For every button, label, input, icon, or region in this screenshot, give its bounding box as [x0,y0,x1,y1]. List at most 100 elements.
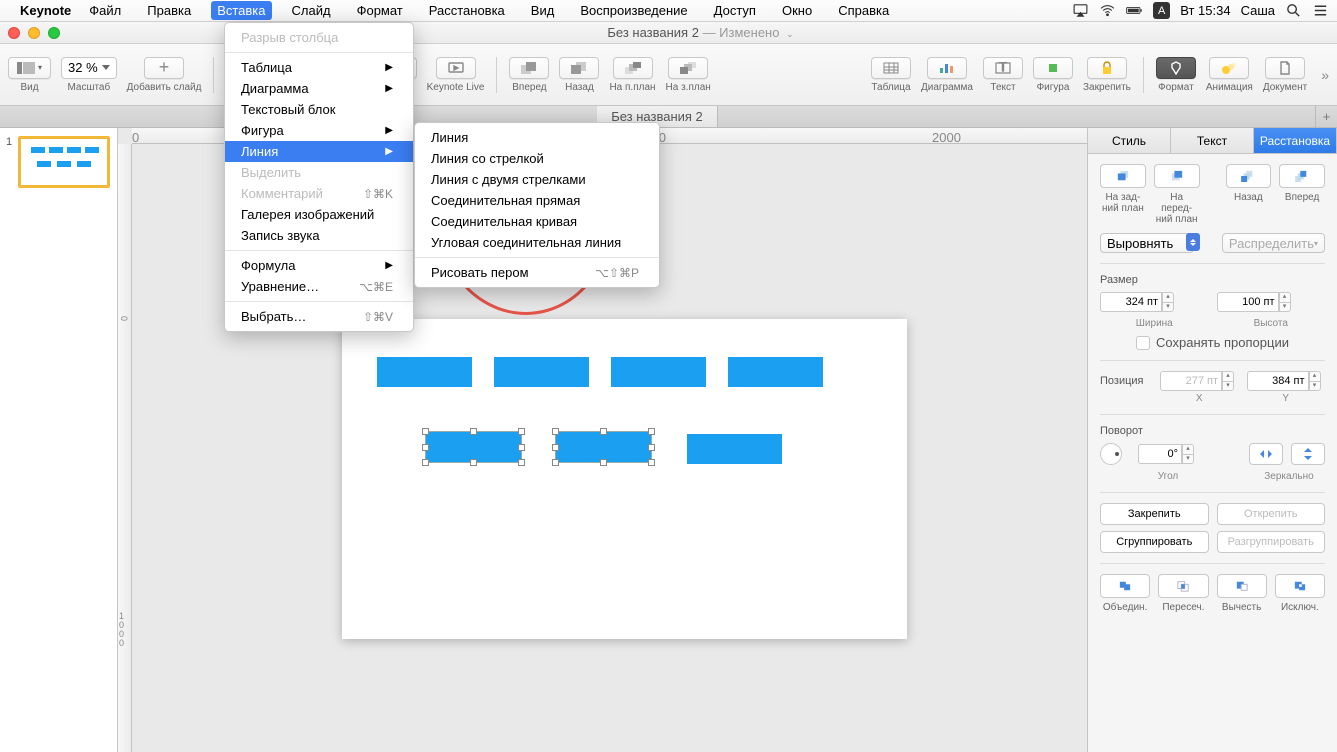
angle-stepper[interactable]: ▴▾ [1182,444,1194,464]
ungroup-button[interactable]: Разгруппировать [1217,531,1326,553]
height-input[interactable] [1217,292,1279,312]
shape-rect[interactable] [687,434,782,464]
table-button[interactable] [871,57,911,79]
lock-button[interactable] [1087,57,1127,79]
view-button[interactable]: ▾ [8,57,51,79]
inspector-tab-arrange[interactable]: Расстановка [1254,128,1337,153]
flip-h-button[interactable] [1249,443,1283,465]
menu-insert[interactable]: Вставка [211,1,271,20]
lock-button-insp[interactable]: Закрепить [1100,503,1209,525]
submenu-conn-angle[interactable]: Угловая соединительная линия [415,232,659,253]
menu-item-table[interactable]: Таблица▶ [225,57,413,78]
clock[interactable]: Вт 15:34 [1180,3,1230,18]
zoom-button[interactable] [48,27,60,39]
menu-window[interactable]: Окно [776,1,818,20]
x-stepper[interactable]: ▴▾ [1222,371,1234,391]
align-select[interactable]: Выровнять [1100,233,1194,253]
animation-button[interactable] [1209,57,1249,79]
menu-item-shape[interactable]: Фигура▶ [225,120,413,141]
y-input[interactable] [1247,371,1309,391]
to-front-button[interactable] [613,57,653,79]
width-stepper[interactable]: ▴▾ [1162,292,1174,312]
menu-item-textblock[interactable]: Текстовый блок [225,99,413,120]
send-backward-button[interactable] [1226,164,1272,188]
menu-item-formula[interactable]: Формула▶ [225,255,413,276]
menu-item-chart[interactable]: Диаграмма▶ [225,78,413,99]
menu-slide[interactable]: Слайд [286,1,337,20]
shape-button[interactable] [1033,57,1073,79]
minimize-button[interactable] [28,27,40,39]
notifications-icon[interactable] [1312,2,1329,19]
inspector-tab-style[interactable]: Стиль [1088,128,1171,153]
airplay-icon[interactable] [1072,2,1089,19]
menu-item-line[interactable]: Линия▶ [225,141,413,162]
submenu-draw-pen[interactable]: Рисовать пером⌥⇧⌘P [415,262,659,283]
unite-button[interactable] [1100,574,1150,598]
y-stepper[interactable]: ▴▾ [1309,371,1321,391]
menu-item-record-audio[interactable]: Запись звука [225,225,413,246]
format-button[interactable] [1156,57,1196,79]
send-to-back-button[interactable] [1100,164,1146,188]
menu-item-gallery[interactable]: Галерея изображений [225,204,413,225]
flip-v-button[interactable] [1291,443,1325,465]
add-slide-button[interactable]: + [144,57,184,79]
intersect-button[interactable] [1158,574,1208,598]
wifi-icon[interactable] [1099,2,1116,19]
subtract-button[interactable] [1217,574,1267,598]
text-button[interactable]: T [983,57,1023,79]
submenu-conn-curve[interactable]: Соединительная кривая [415,211,659,232]
add-slide-label: Добавить слайд [127,82,202,93]
battery-icon[interactable] [1126,2,1143,19]
title-chevron-icon[interactable]: ⌄ [786,29,794,39]
bring-forward-button[interactable] [1279,164,1325,188]
close-button[interactable] [8,27,20,39]
group-button[interactable]: Сгруппировать [1100,531,1209,553]
shape-rect-selected[interactable] [426,432,521,462]
document-button[interactable] [1265,57,1305,79]
submenu-conn-straight[interactable]: Соединительная прямая [415,190,659,211]
menu-view[interactable]: Вид [525,1,561,20]
height-stepper[interactable]: ▴▾ [1279,292,1291,312]
bring-to-front-button[interactable] [1154,164,1200,188]
shape-rect-selected[interactable] [556,432,651,462]
x-input[interactable] [1160,371,1222,391]
menu-help[interactable]: Справка [832,1,895,20]
exclude-button[interactable] [1275,574,1325,598]
add-tab-button[interactable]: + [1315,106,1337,127]
menu-play[interactable]: Воспроизведение [574,1,693,20]
rotation-dial[interactable] [1100,443,1122,465]
menu-item-equation[interactable]: Уравнение…⌥⌘E [225,276,413,297]
submenu-line-arrows2[interactable]: Линия с двумя стрелками [415,169,659,190]
input-source-icon[interactable]: А [1153,2,1170,19]
back-button[interactable] [559,57,599,79]
menu-edit[interactable]: Правка [141,1,197,20]
chart-button[interactable] [927,57,967,79]
keynote-live-button[interactable] [436,57,476,79]
menu-share[interactable]: Доступ [708,1,762,20]
menu-arrange[interactable]: Расстановка [423,1,511,20]
slide-thumbnail[interactable] [18,136,110,188]
spotlight-icon[interactable] [1285,2,1302,19]
forward-button[interactable] [509,57,549,79]
to-back-button[interactable] [668,57,708,79]
inspector-tab-text[interactable]: Текст [1171,128,1254,153]
app-name[interactable]: Keynote [20,3,71,18]
shape-rect[interactable] [377,357,472,387]
menu-file[interactable]: Файл [83,1,127,20]
toolbar-overflow-icon[interactable]: » [1321,67,1329,83]
distribute-select[interactable]: Распределить▾ [1222,233,1325,253]
width-input[interactable] [1100,292,1162,312]
shape-rect[interactable] [728,357,823,387]
submenu-line[interactable]: Линия [415,127,659,148]
submenu-line-arrow[interactable]: Линия со стрелкой [415,148,659,169]
unlock-button-insp[interactable]: Открепить [1217,503,1326,525]
angle-input[interactable] [1138,444,1182,464]
user-name[interactable]: Саша [1241,3,1275,18]
shape-rect[interactable] [611,357,706,387]
menu-item-choose[interactable]: Выбрать…⇧⌘V [225,306,413,327]
shape-rect[interactable] [494,357,589,387]
keep-proportions-checkbox[interactable] [1136,336,1150,350]
zoom-select[interactable]: 32 % [61,57,117,79]
menu-format[interactable]: Формат [351,1,409,20]
slide-canvas[interactable] [342,319,907,639]
